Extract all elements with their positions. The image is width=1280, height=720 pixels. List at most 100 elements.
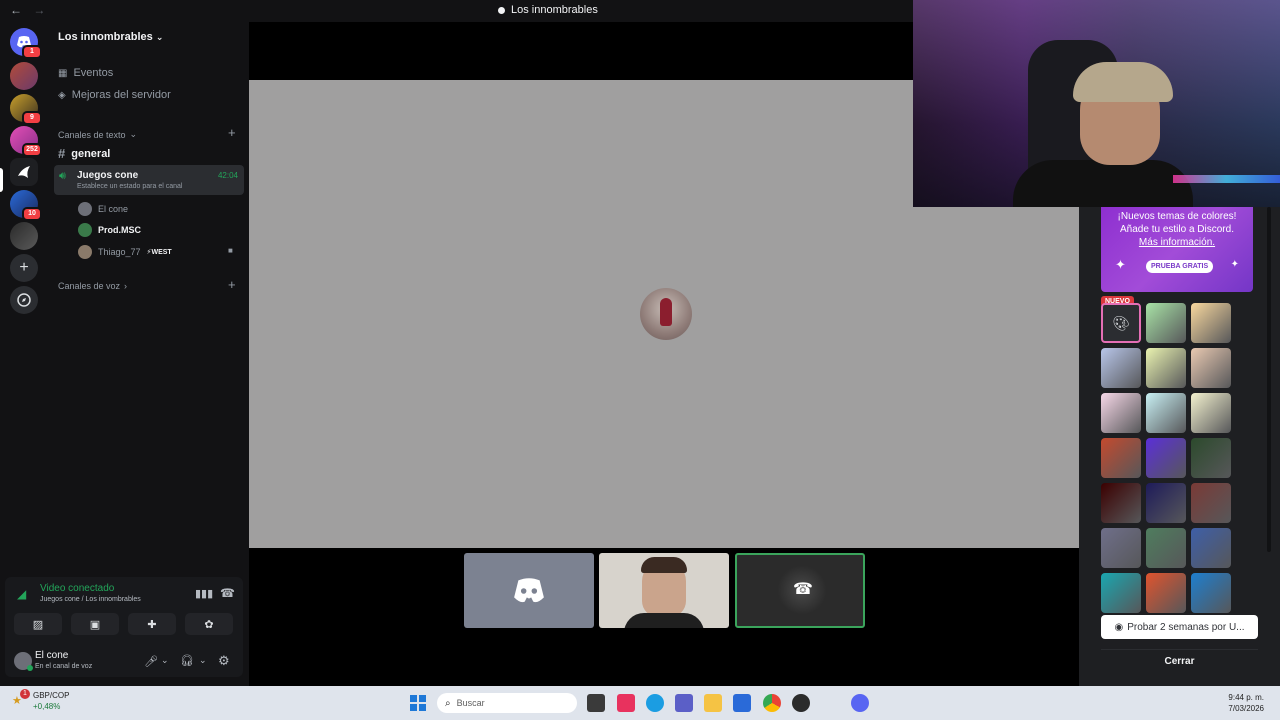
voice-user-name: Prod.MSC xyxy=(98,225,142,235)
theme-swatch[interactable] xyxy=(1146,393,1186,433)
clock[interactable]: 9:44 p. m. 7/03/2026 xyxy=(1228,692,1264,714)
signal-icon: ◢ xyxy=(17,587,27,601)
theme-swatch[interactable] xyxy=(1146,528,1186,568)
camera-off-button[interactable]: ▨ xyxy=(14,613,62,635)
headphones-icon[interactable]: 🎧︎ xyxy=(180,654,194,667)
boosts-label: Mejoras del servidor xyxy=(71,89,171,101)
webcam-cap xyxy=(1073,62,1173,102)
theme-swatch[interactable] xyxy=(1101,348,1141,388)
theme-swatch-default[interactable]: 🎨︎ xyxy=(1101,303,1141,343)
theme-swatch[interactable] xyxy=(1101,483,1141,523)
user-tag: ⚡WEST xyxy=(146,249,172,256)
avatar xyxy=(78,245,92,259)
theme-swatch[interactable] xyxy=(1191,438,1231,478)
theme-swatch[interactable] xyxy=(1101,528,1141,568)
disconnect-icon[interactable]: ☎︎ xyxy=(220,586,235,600)
home-button[interactable]: 1 xyxy=(10,28,42,59)
server-icon-5[interactable]: 10 xyxy=(10,190,42,221)
chevron-down-icon[interactable]: ⌄ xyxy=(161,655,169,666)
participant-tile-speaking[interactable]: ☎︎ xyxy=(735,553,865,628)
voice-connected-subtitle[interactable]: Juegos cone / Los innombrables xyxy=(40,596,141,603)
theme-swatch[interactable] xyxy=(1191,573,1231,613)
theme-swatch[interactable] xyxy=(1101,573,1141,613)
microphone-icon[interactable]: 🎤︎ xyxy=(144,655,158,668)
add-server-button[interactable]: + xyxy=(10,254,38,282)
theme-swatch[interactable] xyxy=(1146,348,1186,388)
create-voice-channel-button[interactable]: + xyxy=(228,277,236,292)
close-button-label: Cerrar xyxy=(1164,656,1195,667)
activities-button[interactable]: ✚ xyxy=(128,613,176,635)
soundwave-icon[interactable]: ▮▮▮ xyxy=(195,587,213,600)
webcam-lights xyxy=(1173,175,1280,183)
server-icon-6[interactable] xyxy=(10,222,38,250)
promo-line-2: Añade tu estilo a Discord. xyxy=(1120,224,1234,235)
boost-icon: ◈ xyxy=(58,89,66,101)
voice-category[interactable]: Canales de voz › xyxy=(58,281,127,291)
server-icon xyxy=(498,6,505,14)
channel-general[interactable]: # general xyxy=(58,146,110,161)
participant-video-tile[interactable] xyxy=(599,553,729,628)
username[interactable]: El cone xyxy=(35,650,68,661)
theme-swatch[interactable] xyxy=(1191,348,1231,388)
participant-tile[interactable] xyxy=(464,553,594,628)
edge-icon[interactable] xyxy=(646,694,664,712)
forward-button[interactable]: → xyxy=(33,3,45,17)
voice-user[interactable]: El cone xyxy=(78,202,128,216)
avatar xyxy=(78,223,92,237)
explore-button[interactable] xyxy=(10,286,38,314)
voice-connected-title[interactable]: Video conectado xyxy=(40,583,114,594)
text-category[interactable]: Canales de texto ⌄ xyxy=(58,129,137,140)
theme-swatch[interactable] xyxy=(1146,303,1186,343)
window-title-text: Los innombrables xyxy=(511,4,598,16)
webcam-body xyxy=(1013,160,1193,207)
soundboard-button[interactable]: ✿ xyxy=(185,613,233,635)
back-button[interactable]: ← xyxy=(10,3,22,17)
discord-taskbar-icon[interactable] xyxy=(851,694,869,712)
create-channel-button[interactable]: + xyxy=(228,125,236,140)
voice-user[interactable]: Thiago_77 ⚡WEST ■ xyxy=(78,245,233,259)
theme-swatch[interactable] xyxy=(1101,438,1141,478)
trial-button[interactable]: ◉ Probar 2 semanas por U... xyxy=(1101,615,1258,639)
screen-share-button[interactable]: ▣ xyxy=(71,613,119,635)
settings-gear-icon[interactable]: ⚙ xyxy=(218,653,230,669)
home-badge: 1 xyxy=(22,45,42,59)
voice-channel-status[interactable]: Establece un estado para el canal xyxy=(77,183,182,190)
store-icon[interactable] xyxy=(733,694,751,712)
voice-user[interactable]: Prod.MSC xyxy=(78,223,141,237)
scrollbar[interactable] xyxy=(1267,207,1271,552)
theme-swatch[interactable] xyxy=(1146,573,1186,613)
server-icon-3[interactable]: 252 xyxy=(10,126,42,157)
chevron-down-icon[interactable]: ⌄ xyxy=(199,655,207,666)
server-boosts-item[interactable]: ◈ Mejoras del servidor xyxy=(58,89,171,101)
focused-participant-avatar[interactable] xyxy=(640,288,692,340)
events-label: Eventos xyxy=(73,67,114,79)
speaker-icon: 🔊︎ xyxy=(59,170,66,182)
server-name: Los innombrables xyxy=(58,31,153,43)
server-header[interactable]: Los innombrables ⌄ xyxy=(58,31,163,43)
theme-swatch[interactable] xyxy=(1191,528,1231,568)
theme-swatch[interactable] xyxy=(1191,393,1231,433)
voice-channel-juegos-cone[interactable]: 🔊︎ Juegos cone Establece un estado para … xyxy=(54,165,244,195)
server-icon-active[interactable] xyxy=(10,158,38,186)
start-button[interactable] xyxy=(410,695,426,711)
chrome-icon[interactable] xyxy=(763,694,781,712)
theme-swatch[interactable] xyxy=(1101,393,1141,433)
theme-swatch[interactable] xyxy=(1191,483,1231,523)
promo-banner: ¡Nuevos temas de colores! Añade tu estil… xyxy=(1101,207,1253,292)
theme-swatch[interactable] xyxy=(1146,438,1186,478)
events-item[interactable]: ▦ Eventos xyxy=(58,67,113,79)
promo-link[interactable]: Más información. xyxy=(1101,236,1253,249)
server-icon-2[interactable]: 9 xyxy=(10,94,42,125)
server-icon-1[interactable] xyxy=(10,62,38,90)
file-explorer-icon[interactable] xyxy=(704,694,722,712)
tiktok-icon[interactable] xyxy=(617,694,635,712)
task-view-icon[interactable] xyxy=(587,694,605,712)
try-free-button[interactable]: PRUEBA GRATIS xyxy=(1146,260,1214,273)
hash-icon: # xyxy=(58,146,66,161)
teams-icon[interactable] xyxy=(675,694,693,712)
theme-swatch[interactable] xyxy=(1146,483,1186,523)
close-button[interactable]: Cerrar xyxy=(1101,649,1258,673)
taskbar-search[interactable]: ⌕ Buscar xyxy=(437,693,577,713)
theme-swatch[interactable] xyxy=(1191,303,1231,343)
app-icon[interactable] xyxy=(792,694,810,712)
